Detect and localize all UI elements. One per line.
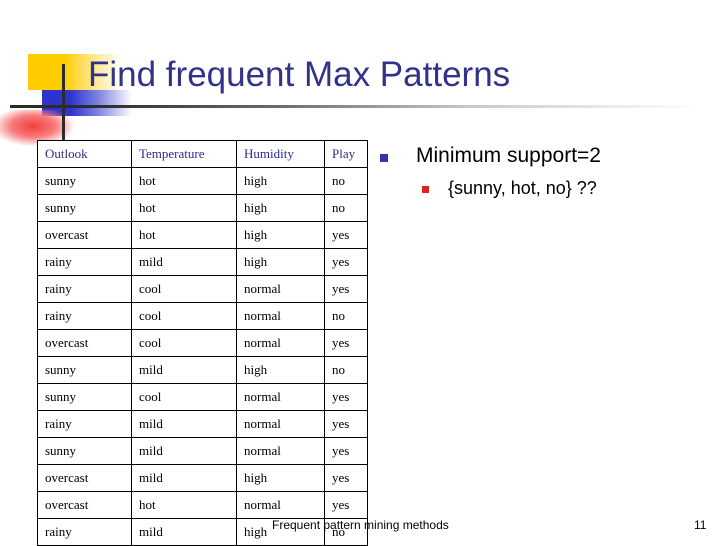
table-cell-outlook: rainy — [37, 518, 132, 546]
table-row: overcast cool normal yes — [37, 329, 368, 357]
footer-title: Frequent pattern mining methods — [272, 518, 449, 532]
table-cell-humidity: normal — [236, 410, 325, 438]
table-row: rainy mild normal yes — [37, 410, 368, 438]
table-cell-play: yes — [324, 464, 368, 492]
table-cell-play: yes — [324, 437, 368, 465]
table-row: rainy mild high yes — [37, 248, 368, 276]
table-cell-play: yes — [324, 275, 368, 303]
table-row: overcast hot high yes — [37, 221, 368, 249]
table-cell-play: no — [324, 167, 368, 195]
table-cell-temperature: hot — [131, 167, 237, 195]
table-cell-temperature: mild — [131, 464, 237, 492]
table-cell-play: yes — [324, 491, 368, 519]
table-cell-temperature: mild — [131, 518, 237, 546]
table-cell-outlook: overcast — [37, 221, 132, 249]
table-row: sunny hot high no — [37, 167, 368, 195]
table-cell-humidity: high — [236, 194, 325, 222]
table-cell-temperature: cool — [131, 383, 237, 411]
table-row: rainy cool normal yes — [37, 275, 368, 303]
table-cell-play: yes — [324, 383, 368, 411]
table-cell-outlook: sunny — [37, 356, 132, 384]
bullet-level2-label: {sunny, hot, no} ?? — [448, 178, 597, 199]
table-row: rainy cool normal no — [37, 302, 368, 330]
column-header-humidity: Humidity — [236, 140, 325, 168]
table-cell-humidity: normal — [236, 491, 325, 519]
table-cell-temperature: cool — [131, 302, 237, 330]
table-cell-outlook: sunny — [37, 383, 132, 411]
table-row: overcast hot normal yes — [37, 491, 368, 519]
table-header-row: Outlook Temperature Humidity Play — [37, 140, 368, 168]
table-cell-humidity: high — [236, 248, 325, 276]
table-cell-outlook: rainy — [37, 410, 132, 438]
table-row: sunny cool normal yes — [37, 383, 368, 411]
decoration-rule-solid — [10, 105, 92, 108]
bullet-square-icon — [422, 186, 429, 194]
table-cell-outlook: sunny — [37, 167, 132, 195]
table-cell-outlook: sunny — [37, 194, 132, 222]
table-row: overcast mild high yes — [37, 464, 368, 492]
bullet-item-candidate-pattern: {sunny, hot, no} ?? — [378, 177, 708, 200]
table-cell-humidity: normal — [236, 329, 325, 357]
decoration-rule-fade — [92, 105, 700, 108]
column-header-play: Play — [324, 140, 368, 168]
table-cell-play: no — [324, 302, 368, 330]
table-cell-play: no — [324, 194, 368, 222]
table-cell-temperature: cool — [131, 275, 237, 303]
bullet-item-minimum-support: Minimum support=2 — [378, 143, 708, 169]
table-cell-humidity: normal — [236, 275, 325, 303]
table-cell-outlook: overcast — [37, 329, 132, 357]
table-cell-temperature: hot — [131, 194, 237, 222]
table-cell-play: yes — [324, 221, 368, 249]
table-row: sunny mild high no — [37, 356, 368, 384]
slide-title: Find frequent Max Patterns — [88, 55, 511, 94]
table-cell-outlook: rainy — [37, 248, 132, 276]
table-cell-humidity: normal — [236, 437, 325, 465]
table-cell-humidity: high — [236, 221, 325, 249]
bullet-list: Minimum support=2 {sunny, hot, no} ?? — [378, 143, 708, 200]
decoration-blue-square — [42, 90, 70, 116]
table-cell-humidity: normal — [236, 302, 325, 330]
bullet-level1-label: Minimum support=2 — [416, 144, 601, 167]
table-cell-humidity: high — [236, 167, 325, 195]
decoration-yellow-square — [28, 54, 64, 90]
bullet-square-icon — [380, 154, 388, 162]
table-cell-play: yes — [324, 410, 368, 438]
column-header-outlook: Outlook — [37, 140, 132, 168]
decoration-horizontal-rule — [10, 105, 700, 108]
table-cell-humidity: high — [236, 464, 325, 492]
table-cell-temperature: cool — [131, 329, 237, 357]
table-cell-outlook: overcast — [37, 491, 132, 519]
table-cell-temperature: hot — [131, 491, 237, 519]
table-row: sunny mild normal yes — [37, 437, 368, 465]
weather-data-table: Outlook Temperature Humidity Play sunny h… — [37, 140, 368, 546]
table-cell-temperature: mild — [131, 356, 237, 384]
table-cell-humidity: normal — [236, 383, 325, 411]
footer-page-number: 11 — [694, 518, 707, 532]
table-cell-play: yes — [324, 248, 368, 276]
column-header-temperature: Temperature — [131, 140, 237, 168]
table-row: sunny hot high no — [37, 194, 368, 222]
table-cell-temperature: mild — [131, 410, 237, 438]
decoration-vertical-rule — [62, 64, 65, 146]
table-cell-outlook: sunny — [37, 437, 132, 465]
table-cell-play: yes — [324, 329, 368, 357]
table-cell-temperature: mild — [131, 248, 237, 276]
table-cell-temperature: mild — [131, 437, 237, 465]
table-cell-outlook: rainy — [37, 275, 132, 303]
table-body: sunny hot high no sunny hot high no overcast hot h… — [37, 167, 368, 546]
table-cell-temperature: hot — [131, 221, 237, 249]
table-cell-play: no — [324, 356, 368, 384]
table-cell-outlook: rainy — [37, 302, 132, 330]
table-cell-humidity: high — [236, 356, 325, 384]
table-cell-outlook: overcast — [37, 464, 132, 492]
